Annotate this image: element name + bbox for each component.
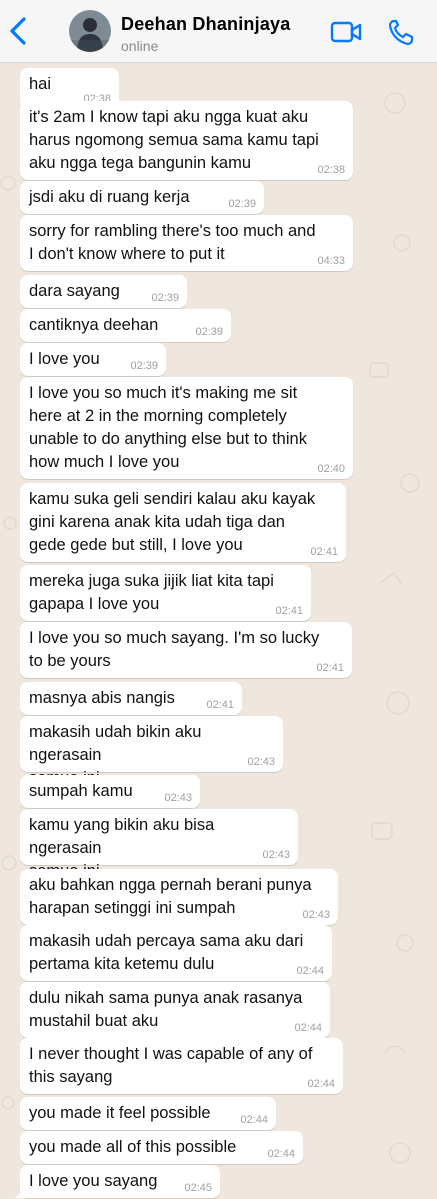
message-timestamp: 02:39: [130, 360, 158, 372]
message-bubble[interactable]: cantiknya deehan 02:39: [20, 309, 231, 342]
message-text: you made it feel possible: [29, 1104, 211, 1122]
message-bubble[interactable]: aku bahkan ngga pernah berani punya hara…: [20, 869, 338, 925]
message-timestamp: 02:39: [151, 292, 179, 304]
message-timestamp: 02:43: [262, 849, 290, 861]
message-text: I love you so much sayang. I'm so lucky …: [29, 629, 320, 670]
message-text: makasih udah percaya sama aku dari perta…: [29, 932, 304, 973]
message-bubble[interactable]: you made it feel possible 02:44: [20, 1097, 276, 1130]
message-bubble[interactable]: I love you so much it's making me sit he…: [20, 377, 353, 479]
message-bubble[interactable]: kamu yang bikin aku bisa ngerasain semua…: [20, 809, 298, 880]
message-timestamp: 02:44: [267, 1148, 295, 1160]
message-timestamp: 02:38: [317, 164, 345, 176]
message-bubble[interactable]: you made all of this possible 02:44: [20, 1131, 303, 1164]
chevron-left-icon[interactable]: [6, 16, 32, 46]
message-timestamp: 02:45: [184, 1182, 212, 1194]
message-bubble[interactable]: makasih udah bikin aku ngerasain semua i…: [20, 716, 283, 787]
message-text: kamu suka geli sendiri kalau aku kayak g…: [29, 490, 316, 554]
message-bubble[interactable]: sumpah kamu 02:43: [20, 775, 200, 808]
message-timestamp: 02:44: [296, 965, 324, 977]
contact-name[interactable]: Deehan Dhaninjaya: [121, 14, 290, 35]
video-camera-icon[interactable]: [330, 20, 362, 44]
message-bubble[interactable]: I love you so much sayang. I'm so lucky …: [20, 622, 352, 678]
message-timestamp: 02:44: [240, 1114, 268, 1126]
message-bubble[interactable]: I never thought I was capable of any of …: [20, 1038, 343, 1094]
message-text: sorry for rambling there's too much and …: [29, 222, 316, 263]
message-bubble[interactable]: makasih udah percaya sama aku dari perta…: [20, 925, 332, 981]
message-timestamp: 02:44: [307, 1078, 335, 1090]
message-text: mereka juga suka jijik liat kita tapi ga…: [29, 572, 274, 613]
message-text: it's 2am I know tapi aku ngga kuat aku h…: [29, 108, 319, 172]
message-text: jsdi aku di ruang kerja: [29, 188, 190, 206]
message-text: aku bahkan ngga pernah berani punya hara…: [29, 876, 312, 917]
message-bubble[interactable]: dara sayang 02:39: [20, 275, 187, 308]
message-timestamp: 02:44: [294, 1022, 322, 1034]
bubble-tail: [14, 1186, 26, 1198]
message-timestamp: 02:43: [247, 756, 275, 768]
message-bubble[interactable]: I love you sayang 02:45: [14, 1165, 220, 1198]
message-bubble[interactable]: it's 2am I know tapi aku ngga kuat aku h…: [20, 101, 353, 180]
message-timestamp: 02:39: [195, 326, 223, 338]
message-timestamp: 02:43: [302, 909, 330, 921]
chat-header: Deehan Dhaninjaya online: [0, 0, 437, 63]
message-bubble[interactable]: jsdi aku di ruang kerja 02:39: [20, 181, 264, 214]
message-text: I never thought I was capable of any of …: [29, 1045, 313, 1086]
message-timestamp: 02:41: [275, 605, 303, 617]
message-timestamp: 04:33: [317, 255, 345, 267]
message-bubble[interactable]: masnya abis nangis 02:41: [20, 682, 242, 715]
message-bubble[interactable]: mereka juga suka jijik liat kita tapi ga…: [20, 565, 311, 621]
message-bubble[interactable]: I love you 02:39: [20, 343, 166, 376]
message-timestamp: 02:43: [164, 792, 192, 804]
message-text: masnya abis nangis: [29, 689, 175, 707]
message-timestamp: 02:41: [310, 546, 338, 558]
message-text: cantiknya deehan: [29, 316, 159, 334]
message-timestamp: 02:41: [206, 699, 234, 711]
contact-status: online: [121, 38, 159, 54]
phone-icon[interactable]: [388, 18, 414, 46]
message-timestamp: 02:39: [228, 198, 256, 210]
message-timestamp: 02:41: [316, 662, 344, 674]
message-timestamp: 02:40: [317, 463, 345, 475]
message-bubble[interactable]: sorry for rambling there's too much and …: [20, 215, 353, 271]
message-list[interactable]: hai 02:38 it's 2am I know tapi aku ngga ku…: [0, 63, 437, 1199]
message-bubble[interactable]: dulu nikah sama punya anak rasanya musta…: [20, 982, 330, 1038]
avatar[interactable]: [69, 10, 111, 52]
message-text: you made all of this possible: [29, 1138, 237, 1156]
message-text: I love you so much it's making me sit he…: [29, 384, 307, 471]
message-bubble[interactable]: kamu suka geli sendiri kalau aku kayak g…: [20, 483, 346, 562]
message-text: dulu nikah sama punya anak rasanya musta…: [29, 989, 303, 1030]
